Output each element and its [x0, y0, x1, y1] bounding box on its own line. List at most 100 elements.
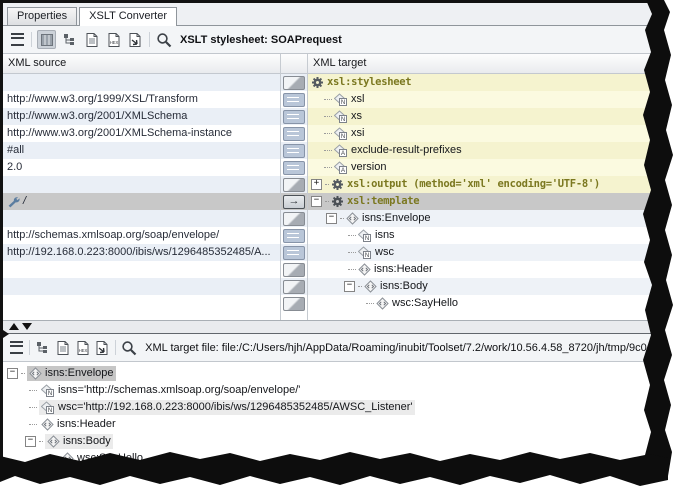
tree-node-label: isns='http://schemas.xmlsoap.org/soap/en…: [58, 382, 300, 399]
svg-text:N: N: [341, 117, 345, 123]
tree-node-element[interactable]: isns:Body: [308, 278, 653, 295]
mapping-button-unmapped[interactable]: [283, 263, 305, 277]
hex-document-icon[interactable]: HEX: [105, 31, 122, 48]
svg-text:A: A: [341, 168, 345, 174]
source-row[interactable]: [3, 295, 280, 312]
tree-node-element[interactable]: isns:Header: [7, 416, 653, 433]
mapping-panel: XML source http://www.w3.org/1999/XSL/Tr…: [3, 54, 653, 320]
source-row[interactable]: http://www.w3.org/2001/XMLSchema: [3, 108, 280, 125]
svg-text:HEX: HEX: [109, 40, 118, 45]
namespace-icon: N: [358, 229, 372, 242]
collapse-toggle[interactable]: [326, 213, 337, 224]
element-icon: [346, 212, 359, 225]
source-row-selected[interactable]: /: [3, 193, 280, 210]
tree-node-namespace[interactable]: N isns: [308, 227, 653, 244]
mapping-button-equals[interactable]: [283, 229, 305, 243]
tree-view-icon[interactable]: [61, 31, 78, 48]
source-row[interactable]: http://www.w3.org/2001/XMLSchema-instanc…: [3, 125, 280, 142]
collapse-toggle[interactable]: [25, 436, 36, 447]
mapping-button-arrow[interactable]: [283, 195, 305, 209]
expand-toggle[interactable]: [311, 179, 322, 190]
svg-text:A: A: [341, 151, 345, 157]
source-row[interactable]: #all: [3, 142, 280, 159]
tree-node-element[interactable]: isns:Body: [7, 433, 653, 450]
stylesheet-title: XSLT stylesheet: SOAPrequest: [180, 34, 342, 46]
tree-node-element[interactable]: isns:Header: [308, 261, 653, 278]
tree-node-label: xsl:output (method='xml' encoding='UTF-8…: [347, 176, 600, 193]
tree-node-label: xsl: [351, 91, 364, 108]
source-row[interactable]: [3, 261, 280, 278]
element-icon: [41, 418, 54, 431]
search-icon[interactable]: [121, 339, 137, 356]
element-icon: [364, 280, 377, 293]
tree-node-label: isns:Header: [57, 416, 116, 433]
tree-node-label: wsc:SayHello: [392, 295, 458, 312]
search-icon[interactable]: [155, 31, 172, 48]
collapse-toggle[interactable]: [344, 281, 355, 292]
mapping-button-equals[interactable]: [283, 110, 305, 124]
source-row[interactable]: [3, 210, 280, 227]
svg-text:N: N: [365, 253, 369, 259]
tree-node-attribute[interactable]: A version: [308, 159, 653, 176]
source-row[interactable]: http://schemas.xmlsoap.org/soap/envelope…: [3, 227, 280, 244]
source-row[interactable]: [3, 278, 280, 295]
source-row[interactable]: http://192.168.0.223:8000/ibis/ws/129648…: [3, 244, 280, 261]
svg-text:HEX: HEX: [78, 348, 87, 353]
mapping-button-unmapped[interactable]: [283, 280, 305, 294]
collapse-toggle[interactable]: [7, 368, 18, 379]
mapping-button-equals[interactable]: [283, 93, 305, 107]
source-row[interactable]: [3, 176, 280, 193]
element-icon: [376, 297, 389, 310]
export-document-icon[interactable]: [95, 339, 110, 356]
torn-edge-top: [0, 0, 660, 3]
document-icon[interactable]: [83, 31, 100, 48]
menu-icon[interactable]: [9, 339, 24, 356]
tree-node-namespace[interactable]: N xsl: [308, 91, 653, 108]
document-icon[interactable]: [55, 339, 70, 356]
mapping-button-unmapped[interactable]: [283, 76, 305, 90]
export-document-icon[interactable]: [127, 31, 144, 48]
table-view-icon[interactable]: [37, 30, 56, 49]
toolbar-separator: [149, 32, 150, 47]
mapping-button-equals[interactable]: [283, 144, 305, 158]
tree-node-namespace[interactable]: N xs: [308, 108, 653, 125]
tree-node-element[interactable]: isns:Envelope: [308, 210, 653, 227]
split-divider[interactable]: [3, 320, 653, 333]
tree-view-icon[interactable]: [35, 339, 50, 356]
source-row[interactable]: [3, 74, 280, 91]
tree-node-stylesheet[interactable]: xsl:stylesheet: [308, 74, 653, 91]
menu-icon[interactable]: [9, 31, 26, 48]
tab-properties[interactable]: Properties: [7, 7, 77, 25]
mapping-button-equals[interactable]: [283, 161, 305, 175]
tree-node-namespace[interactable]: N wsc: [308, 244, 653, 261]
mapping-button-unmapped[interactable]: [283, 212, 305, 226]
collapse-toggle[interactable]: [311, 196, 322, 207]
mapping-button-unmapped[interactable]: [283, 178, 305, 192]
target-file-title: XML target file: file:/C:/Users/hjh/AppD…: [145, 342, 647, 354]
mapping-button-equals[interactable]: [283, 127, 305, 141]
tree-node-element[interactable]: isns:Envelope: [7, 365, 653, 382]
torn-edge-left: [0, 0, 3, 470]
source-row[interactable]: http://www.w3.org/1999/XSL/Transform: [3, 91, 280, 108]
expand-down-icon[interactable]: [22, 323, 32, 330]
mapping-button-unmapped[interactable]: [283, 297, 305, 311]
svg-text:N: N: [365, 236, 369, 242]
selected-node[interactable]: isns:Envelope: [27, 366, 116, 381]
tree-node-output[interactable]: xsl:output (method='xml' encoding='UTF-8…: [308, 176, 653, 193]
tab-xslt-converter[interactable]: XSLT Converter: [79, 7, 177, 26]
xslt-converter-window: Properties XSLT Converter HEX: [0, 0, 678, 490]
tree-node-label: xs: [351, 108, 362, 125]
tree-node-element[interactable]: wsc:SayHello: [308, 295, 653, 312]
mapping-button-equals[interactable]: [283, 246, 305, 260]
tree-node-namespace[interactable]: N wsc='http://192.168.0.223:8000/ibis/ws…: [7, 399, 653, 416]
hex-document-icon[interactable]: HEX: [75, 339, 90, 356]
tree-node-attribute[interactable]: A exclude-result-prefixes: [308, 142, 653, 159]
source-row[interactable]: 2.0: [3, 159, 280, 176]
tree-node-template-selected[interactable]: xsl:template: [308, 193, 653, 210]
result-panel: HEX XML target file: file:/C:/Users/hjh/…: [3, 333, 653, 475]
tree-node-label: xsi: [351, 125, 364, 142]
tree-node-namespace[interactable]: N isns='http://schemas.xmlsoap.org/soap/…: [7, 382, 653, 399]
expand-up-icon[interactable]: [9, 323, 19, 330]
svg-text:N: N: [341, 100, 345, 106]
tree-node-namespace[interactable]: N xsi: [308, 125, 653, 142]
